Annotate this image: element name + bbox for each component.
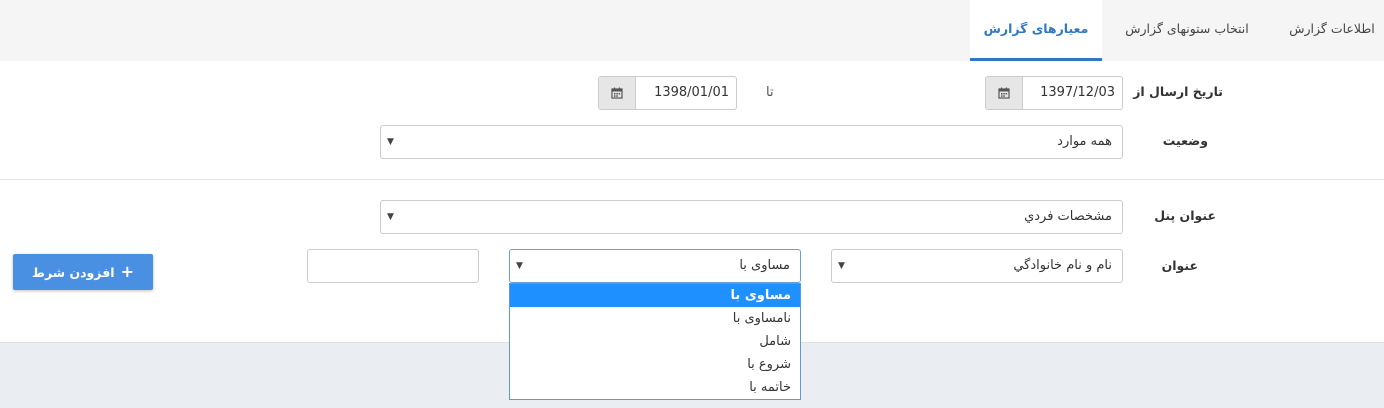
condition-label: عنوان (1161, 258, 1198, 273)
status-label: وضعیت (1162, 133, 1208, 148)
condition-operator-select[interactable]: مساوی با ▼ (509, 249, 801, 283)
operator-option[interactable]: نامساوی با (510, 307, 800, 330)
caret-down-icon: ▼ (516, 261, 523, 271)
send-date-to-label: تا (766, 85, 774, 100)
condition-operator-value: مساوی با (739, 258, 790, 273)
caret-down-icon: ▼ (387, 212, 394, 222)
add-condition-button[interactable]: + افزودن شرط (13, 254, 153, 290)
operator-option[interactable]: شامل (510, 330, 800, 353)
tab-report-info[interactable]: اطلاعات گزارش (1280, 0, 1384, 61)
operator-option[interactable]: مساوی با (510, 284, 800, 307)
condition-field-select[interactable]: نام و نام خانوادگي ▼ (831, 249, 1123, 283)
add-condition-button-label: افزودن شرط (32, 264, 115, 280)
section-divider (0, 179, 1384, 180)
send-date-from-value: 1397/12/03 (1040, 85, 1115, 100)
tab-bar: اطلاعات گزارش انتخاب ستونهای گزارش معیار… (0, 0, 1384, 61)
send-date-to-value: 1398/01/01 (654, 85, 729, 100)
send-date-label: تاریخ ارسال از (1133, 84, 1223, 99)
condition-field-value: نام و نام خانوادگي (1013, 258, 1112, 273)
status-select[interactable]: همه موارد ▼ (380, 125, 1123, 159)
caret-down-icon: ▼ (838, 261, 845, 271)
send-date-from-field[interactable]: 1397/12/03 (985, 76, 1123, 110)
tab-report-columns[interactable]: انتخاب ستونهای گزارش (1112, 0, 1262, 61)
operator-dropdown-list[interactable]: مساوی با نامساوی با شامل شروع با خاتمه ب… (509, 283, 801, 400)
caret-down-icon: ▼ (387, 137, 394, 147)
panel-title-select-value: مشخصات فردي (1024, 209, 1112, 224)
panel-title-select[interactable]: مشخصات فردي ▼ (380, 200, 1123, 234)
send-date-to-field[interactable]: 1398/01/01 (598, 76, 737, 110)
plus-icon: + (120, 262, 134, 281)
operator-option[interactable]: شروع با (510, 353, 800, 376)
condition-value-input[interactable] (307, 249, 479, 283)
panel-title-label: عنوان پنل (1154, 208, 1216, 223)
operator-option[interactable]: خاتمه با (510, 376, 800, 399)
calendar-icon[interactable] (599, 77, 636, 109)
calendar-icon[interactable] (986, 77, 1023, 109)
tab-report-criteria[interactable]: معیارهای گزارش (970, 0, 1102, 61)
status-select-value: همه موارد (1057, 134, 1112, 149)
